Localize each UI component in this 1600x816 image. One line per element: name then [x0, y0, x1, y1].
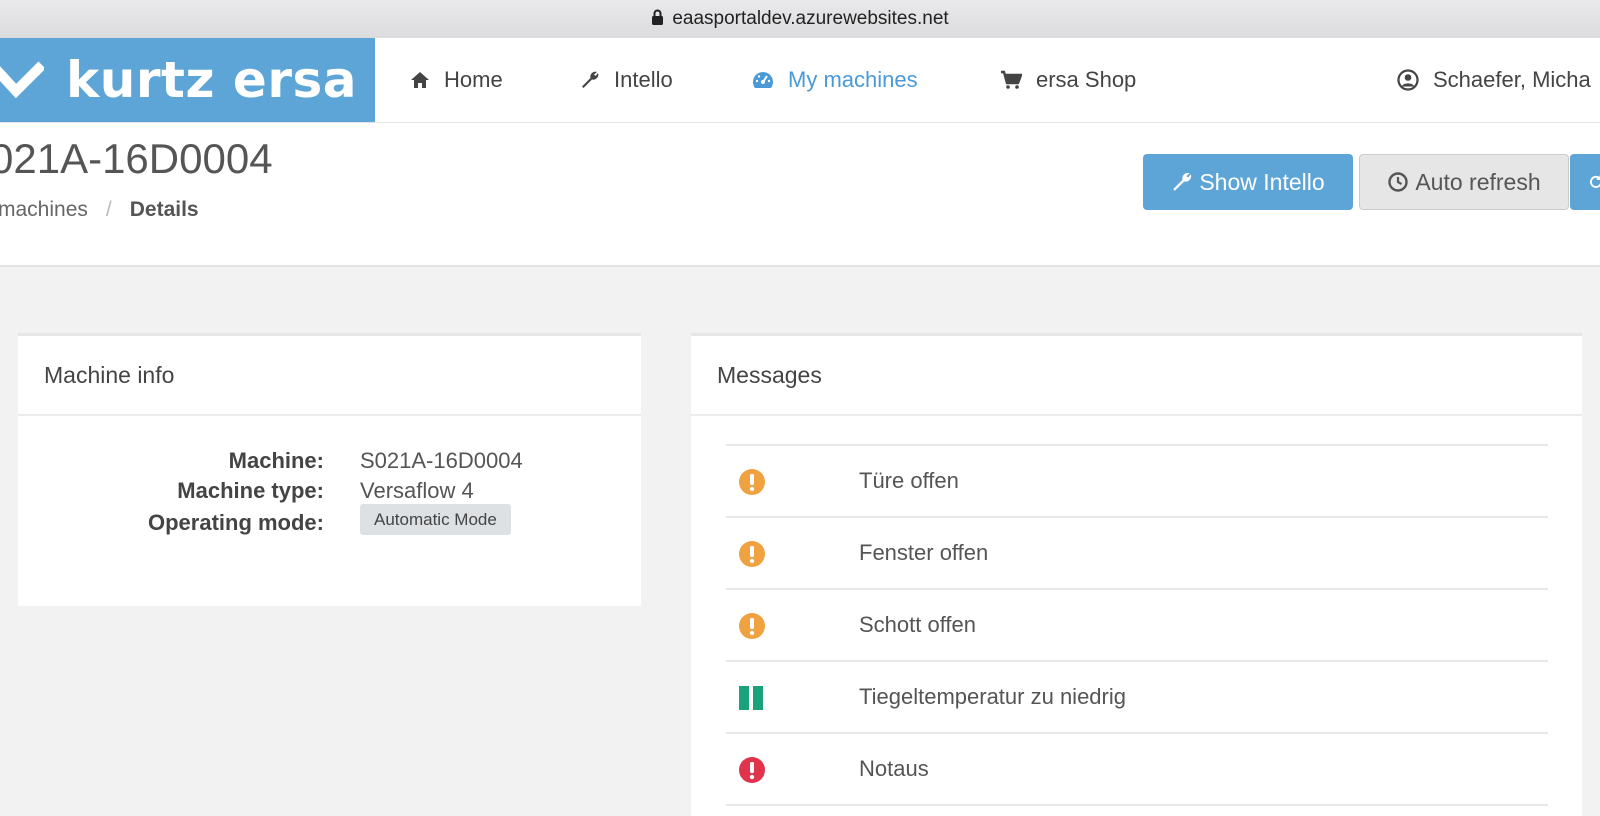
message-text: Tiegeltemperatur zu niedrig	[859, 684, 1126, 709]
clock-icon	[1388, 172, 1409, 192]
breadcrumb: machines / Details	[0, 198, 199, 222]
breadcrumb-current: Details	[129, 198, 199, 221]
message-text: Fenster offen	[859, 540, 989, 565]
nav-ersa-shop-label: ersa Shop	[1036, 67, 1137, 92]
top-navbar: kurtz ersa Home Intello My machines ersa…	[0, 38, 1600, 123]
error-icon	[738, 756, 766, 789]
warning-icon	[738, 468, 766, 501]
home-icon	[411, 72, 429, 88]
refresh-button[interactable]	[1570, 154, 1600, 210]
machine-info-panel: Machine info Machine: S021A-16D0004 Mach…	[18, 333, 641, 606]
list-item: Fenster offen	[726, 518, 1548, 590]
operating-mode-value-wrap: Automatic Mode	[360, 504, 511, 536]
warning-icon	[738, 540, 766, 573]
user-menu[interactable]: Schaefer, Micha	[1397, 38, 1591, 122]
machine-info-title: Machine info	[18, 336, 641, 416]
wrench-icon	[1173, 172, 1192, 191]
breadcrumb-separator: /	[105, 198, 112, 221]
list-item: Notaus	[726, 734, 1548, 806]
wrench-icon	[582, 71, 599, 88]
ersa-chevron-icon	[0, 61, 44, 99]
nav-my-machines[interactable]: My machines	[752, 38, 918, 122]
message-text: Schott offen	[859, 612, 977, 637]
list-item: Türe offen	[726, 446, 1548, 518]
nav-intello-label: Intello	[614, 67, 673, 92]
brand-logo[interactable]: kurtz ersa	[0, 38, 375, 122]
brand-name: kurtz ersa	[66, 51, 357, 109]
operating-mode-label: Operating mode:	[147, 510, 324, 535]
list-item: Tiegeltemperatur zu niedrig	[726, 662, 1548, 734]
machine-value: S021A-16D0004	[360, 448, 523, 473]
dashboard-icon	[753, 72, 773, 88]
cart-icon	[1001, 70, 1022, 89]
auto-refresh-label: Auto refresh	[1415, 168, 1541, 195]
nav-my-machines-label: My machines	[788, 67, 918, 92]
message-text: Türe offen	[859, 468, 959, 493]
machine-type-label: Machine type:	[177, 478, 324, 503]
machine-type-value: Versaflow 4	[360, 478, 474, 503]
machine-label: Machine:	[228, 448, 324, 473]
operating-mode-badge: Automatic Mode	[360, 504, 511, 535]
page-header: 021A-16D0004 machines / Details Show Intel…	[0, 123, 1600, 267]
nav-intello[interactable]: Intello	[580, 38, 673, 122]
show-intello-button[interactable]: Show Intello	[1143, 154, 1353, 210]
nav-ersa-shop[interactable]: ersa Shop	[1000, 38, 1136, 122]
message-text: Notaus	[859, 756, 929, 781]
warning-icon	[738, 612, 766, 645]
breadcrumb-machines-link[interactable]: machines	[0, 198, 88, 221]
pause-icon	[738, 684, 766, 717]
lock-icon	[651, 9, 664, 31]
user-name: Schaefer, Micha	[1433, 67, 1591, 92]
user-circle-icon	[1397, 69, 1419, 91]
messages-title: Messages	[691, 336, 1582, 416]
messages-panel: Messages Türe offen Fenster offen Schott…	[691, 333, 1582, 816]
messages-list: Türe offen Fenster offen Schott offen Ti…	[726, 444, 1548, 806]
browser-url-bar[interactable]: eaasportaldev.azurewebsites.net	[0, 0, 1600, 39]
page-title: 021A-16D0004	[0, 135, 273, 182]
nav-home[interactable]: Home	[410, 38, 503, 122]
url-text: eaasportaldev.azurewebsites.net	[672, 8, 949, 29]
refresh-icon	[1590, 175, 1600, 188]
show-intello-label: Show Intello	[1199, 168, 1325, 195]
nav-home-label: Home	[444, 67, 503, 92]
auto-refresh-button[interactable]: Auto refresh	[1359, 154, 1569, 210]
list-item: Schott offen	[726, 590, 1548, 662]
